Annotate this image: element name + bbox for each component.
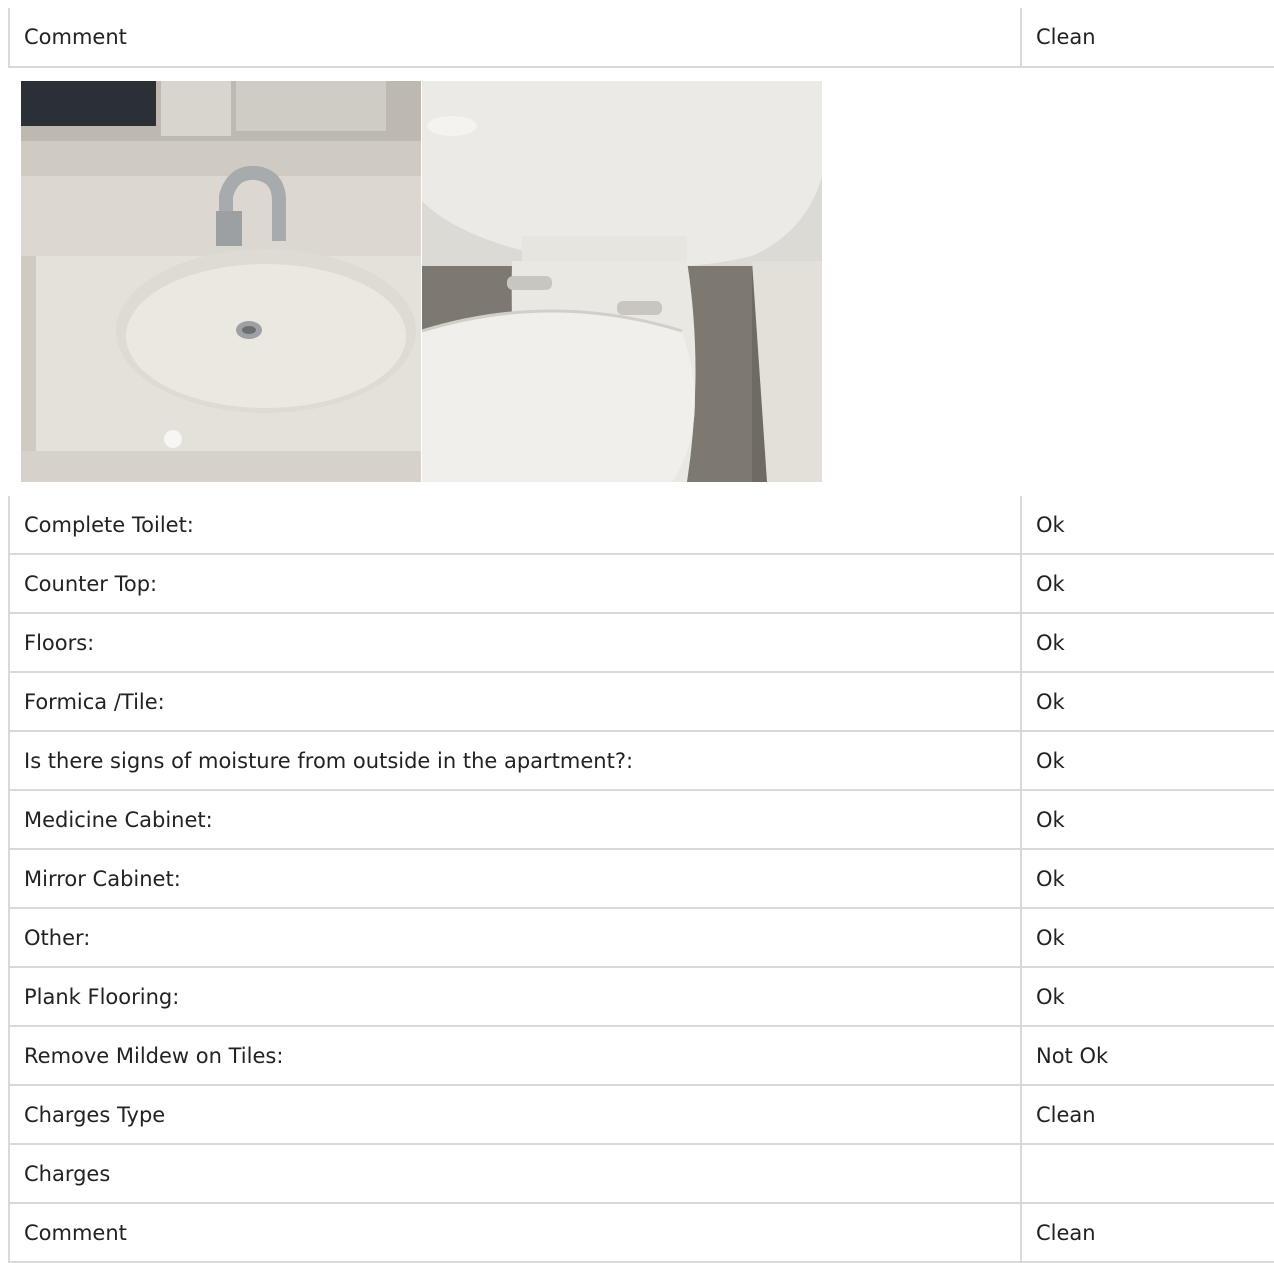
row-label: Counter Top: [8,554,1021,614]
row-label: Floors: [8,613,1021,673]
row-value: Ok [1020,613,1274,673]
row-value: Ok [1020,849,1274,909]
sink-photo[interactable] [21,81,421,482]
row-label: Medicine Cabinet: [8,790,1021,850]
row-label: Complete Toilet: [8,496,1021,555]
inspection-table: Complete Toilet: Ok Counter Top: Ok Floo… [8,496,1274,1263]
row-value: Clean [1020,1085,1274,1145]
toilet-photo[interactable] [422,81,822,482]
row-label: Comment [8,8,1021,68]
row-label: Remove Mildew on Tiles: [8,1026,1021,1086]
row-value [1020,1144,1274,1204]
table-row: Remove Mildew on Tiles: Not Ok [8,1026,1274,1086]
table-row: Other: Ok [8,908,1274,968]
table-row: Is there signs of moisture from outside … [8,731,1274,791]
table-row: Medicine Cabinet: Ok [8,790,1274,850]
table-row: Mirror Cabinet: Ok [8,849,1274,909]
row-value: Ok [1020,908,1274,968]
row-value: Ok [1020,496,1274,555]
row-label: Charges [8,1144,1021,1204]
row-label: Plank Flooring: [8,967,1021,1027]
row-value: Ok [1020,554,1274,614]
row-value: Ok [1020,731,1274,791]
table-row: Charges [8,1144,1274,1204]
table-row: Floors: Ok [8,613,1274,673]
row-label: Is there signs of moisture from outside … [8,731,1021,791]
row-label: Comment [8,1203,1021,1263]
table-row: Comment Clean [8,8,1274,68]
table-row: Charges Type Clean [8,1085,1274,1145]
row-value: Ok [1020,967,1274,1027]
table-row: Comment Clean [8,1203,1274,1263]
photo-gallery [21,81,822,482]
row-value: Clean [1020,8,1274,68]
table-row: Counter Top: Ok [8,554,1274,614]
table-row: Complete Toilet: Ok [8,496,1274,555]
row-label: Formica /Tile: [8,672,1021,732]
row-value: Not Ok [1020,1026,1274,1086]
comment-table: Comment Clean [8,8,1274,68]
row-label: Charges Type [8,1085,1021,1145]
table-row: Plank Flooring: Ok [8,967,1274,1027]
row-value: Clean [1020,1203,1274,1263]
row-value: Ok [1020,790,1274,850]
table-row: Formica /Tile: Ok [8,672,1274,732]
row-label: Mirror Cabinet: [8,849,1021,909]
row-value: Ok [1020,672,1274,732]
row-label: Other: [8,908,1021,968]
